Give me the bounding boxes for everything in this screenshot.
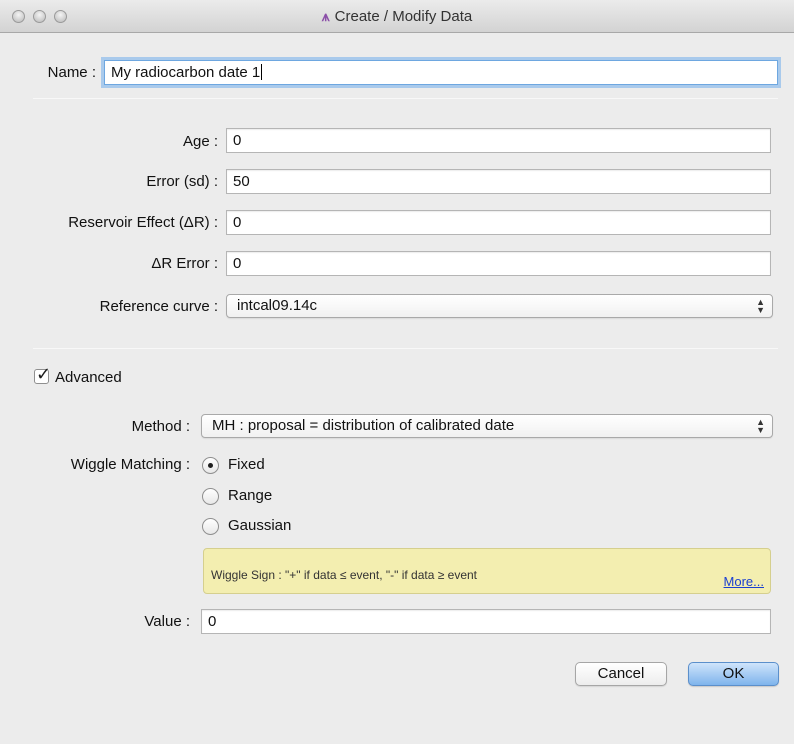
- reference-curve-select[interactable]: intcal09.14c ▲ ▼: [226, 294, 773, 318]
- name-label: Name :: [47, 64, 96, 81]
- name-value: My radiocarbon date 1: [111, 64, 261, 81]
- method-select[interactable]: MH : proposal = distribution of calibrat…: [201, 414, 773, 438]
- separator-middle: [33, 348, 778, 349]
- radio-fixed-label: Fixed: [228, 456, 265, 473]
- radio-gaussian[interactable]: [202, 518, 219, 535]
- chevron-updown-icon: ▲ ▼: [756, 417, 765, 435]
- dr-error-field[interactable]: 0: [226, 251, 771, 276]
- radio-range[interactable]: [202, 488, 219, 505]
- dr-error-label: ΔR Error :: [151, 255, 218, 272]
- wiggle-sign-note: Wiggle Sign : "+" if data ≤ event, "-" i…: [203, 548, 771, 594]
- advanced-label: Advanced: [55, 369, 122, 386]
- wiggle-matching-label: Wiggle Matching :: [70, 456, 190, 473]
- name-field[interactable]: My radiocarbon date 1: [104, 60, 778, 85]
- reservoir-effect-field[interactable]: 0: [226, 210, 771, 235]
- app-logo-icon: ⩚: [321, 8, 330, 24]
- reference-curve-label: Reference curve :: [99, 298, 218, 315]
- radio-gaussian-label: Gaussian: [228, 517, 292, 534]
- error-label: Error (sd) :: [146, 173, 218, 190]
- reference-curve-value: intcal09.14c: [237, 297, 318, 314]
- title-bar: ⩚ Create / Modify Data: [0, 0, 794, 33]
- radio-fixed[interactable]: [202, 457, 219, 474]
- value-field[interactable]: 0: [201, 609, 771, 634]
- more-link[interactable]: More...: [724, 574, 764, 589]
- method-value: MH : proposal = distribution of calibrat…: [212, 417, 515, 434]
- error-field[interactable]: 50: [226, 169, 771, 194]
- ok-button[interactable]: OK: [688, 662, 779, 686]
- age-label: Age :: [182, 133, 218, 150]
- advanced-checkbox[interactable]: ✓: [34, 364, 51, 384]
- window-title: Create / Modify Data: [334, 8, 473, 25]
- age-field[interactable]: 0: [226, 128, 771, 153]
- chevron-updown-icon: ▲ ▼: [756, 297, 765, 315]
- checkmark-icon: ✓: [36, 364, 52, 384]
- wiggle-sign-text: Wiggle Sign : "+" if data ≤ event, "-" i…: [211, 568, 478, 582]
- separator-top: [33, 98, 778, 99]
- text-caret: [261, 64, 263, 80]
- window-title-group: ⩚ Create / Modify Data: [0, 8, 794, 25]
- method-label: Method :: [131, 418, 190, 435]
- cancel-button[interactable]: Cancel: [575, 662, 667, 686]
- radio-range-label: Range: [228, 487, 273, 504]
- reservoir-effect-label: Reservoir Effect (ΔR) :: [68, 214, 218, 231]
- value-label: Value :: [144, 613, 190, 630]
